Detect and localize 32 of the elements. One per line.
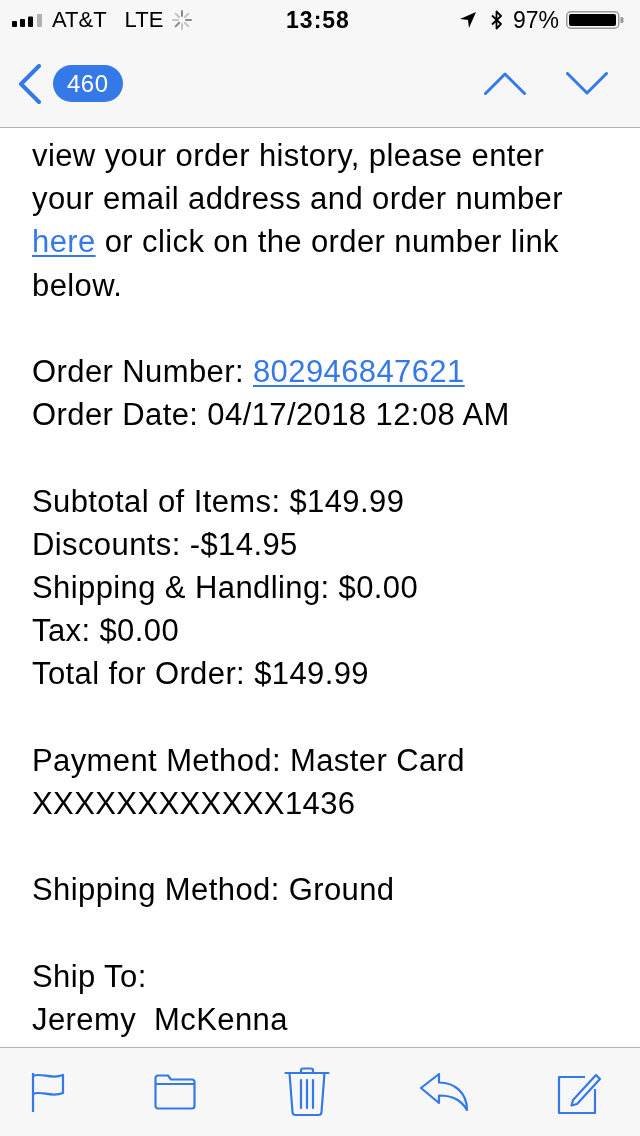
activity-spinner-icon [172, 10, 193, 30]
chevron-up-icon[interactable] [484, 72, 526, 95]
order-detail-text: Subtotal of Items: $149.99 [32, 482, 405, 521]
chevron-down-icon[interactable] [566, 72, 608, 95]
trash-icon[interactable] [284, 1067, 330, 1117]
reply-icon[interactable] [418, 1072, 469, 1112]
battery-icon [566, 11, 624, 29]
back-icon[interactable] [18, 63, 42, 104]
signal-icon [12, 13, 43, 27]
order-detail-text: Order Date: 04/17/2018 12:08 AM [32, 396, 510, 435]
order-detail-text: Order Number: 802946847621 [32, 353, 465, 391]
order-detail-text: XXXXXXXXXXXX1436 [32, 785, 356, 823]
battery-percentage: 97% [512, 6, 559, 34]
flag-icon[interactable] [31, 1071, 65, 1113]
folder-icon[interactable] [153, 1074, 196, 1110]
order-detail-text: Tax: $0.00 [32, 612, 180, 651]
order-detail-text: Discounts: -$14.95 [32, 525, 298, 564]
order-detail-text: Shipping & Handling: $0.00 [32, 569, 419, 607]
message-count-badge[interactable]: 460 [53, 65, 123, 102]
network-type: LTE [124, 7, 164, 33]
order-detail-text: Payment Method: Master Card [32, 741, 465, 780]
status-time: 13:58 [286, 6, 350, 34]
bluetooth-icon [490, 10, 502, 30]
order-detail-text: Ship To: [32, 957, 147, 996]
body-paragraph: view your order history, please enter your email address and order number here or click on the order number link below. [32, 137, 563, 305]
inline-link[interactable]: 802946847621 [252, 354, 465, 389]
order-detail-text: Total for Order: $149.99 [32, 655, 369, 694]
order-detail-text: Shipping Method: Ground [32, 871, 395, 910]
inline-link[interactable]: here [32, 224, 96, 260]
location-arrow-icon [458, 11, 477, 29]
order-detail-text: Jeremy McKenna [32, 1001, 288, 1039]
carrier-name: AT&T [52, 7, 107, 33]
